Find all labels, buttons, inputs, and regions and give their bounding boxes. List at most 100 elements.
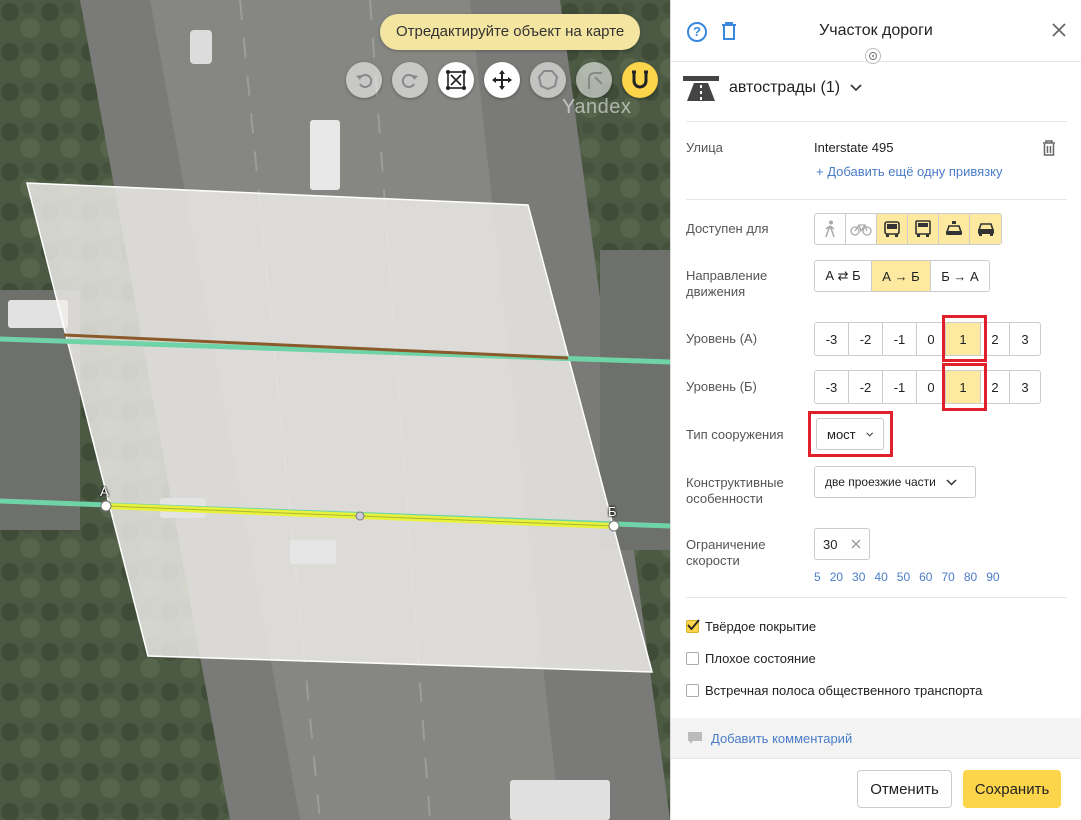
speed-preset[interactable]: 60 <box>919 570 932 584</box>
close-icon[interactable] <box>1051 22 1067 38</box>
highway-icon <box>683 76 719 101</box>
speed-preset[interactable]: 50 <box>897 570 910 584</box>
highlight-box <box>808 411 893 457</box>
highlight-box <box>942 363 987 411</box>
edit-hint-tooltip: Отредактируйте объект на карте <box>380 14 641 50</box>
access-car-toggle[interactable] <box>970 214 1001 244</box>
level-a-label: Уровень (А) <box>686 331 758 346</box>
redo-button[interactable] <box>392 62 428 98</box>
street-label: Улица <box>686 140 723 155</box>
bus-icon <box>884 221 900 237</box>
bad-condition-checkbox-row[interactable]: Плохое состояние <box>686 651 816 666</box>
access-pedestrian-toggle[interactable] <box>815 214 846 244</box>
direction-label-line2: движения <box>686 284 746 299</box>
highlight-box <box>942 315 987 362</box>
divider <box>686 597 1067 598</box>
undo-button[interactable] <box>346 62 382 98</box>
features-label: Конструктивные особенности <box>686 475 784 507</box>
speed-preset[interactable]: 30 <box>852 570 865 584</box>
snap-magnet-icon <box>632 70 648 89</box>
speed-label: Ограничение скорости <box>686 537 765 569</box>
level-a-option[interactable]: 3 <box>1009 322 1041 356</box>
access-bus-toggle[interactable] <box>877 214 908 244</box>
polygon-icon <box>537 70 559 91</box>
category-label: автострады (1) <box>729 79 841 96</box>
bicycle-icon <box>850 224 872 236</box>
speed-label-line1: Ограничение <box>686 537 766 552</box>
features-dropdown[interactable]: две проезжие части <box>814 466 976 498</box>
speed-input[interactable]: 30 <box>814 528 870 560</box>
divider <box>686 121 1067 122</box>
level-a-option[interactable]: -2 <box>848 322 883 356</box>
map-canvas[interactable]: А Б Yandex Отредактируйте объект на карт… <box>0 0 670 820</box>
bad-condition-label: Плохое состояние <box>705 651 816 666</box>
access-bicycle-toggle[interactable] <box>846 214 877 244</box>
direction-both-button[interactable]: А ⇄ Б <box>815 261 872 291</box>
point-b-label: Б <box>608 504 617 519</box>
map-watermark: Yandex <box>562 96 632 118</box>
level-b-option[interactable]: -3 <box>814 370 849 404</box>
level-a-option[interactable]: -1 <box>882 322 917 356</box>
paved-checkbox-row[interactable]: Твёрдое покрытие <box>686 619 816 634</box>
panel-header: ? Участок дороги <box>671 0 1081 64</box>
clear-icon[interactable] <box>851 539 861 549</box>
speed-preset[interactable]: 90 <box>986 570 999 584</box>
direction-a-to-b-button[interactable]: А → Б <box>872 261 931 291</box>
speed-preset[interactable]: 70 <box>941 570 954 584</box>
speed-preset[interactable]: 80 <box>964 570 977 584</box>
speed-preset[interactable]: 40 <box>874 570 887 584</box>
access-label: Доступен для <box>686 221 769 236</box>
snap-button[interactable] <box>622 62 658 98</box>
redo-icon <box>401 74 418 88</box>
speed-presets: 5 20 30 40 50 60 70 80 90 <box>814 570 1000 584</box>
level-b-option[interactable]: -2 <box>848 370 883 404</box>
direction-b-to-a-button[interactable]: Б → А <box>931 261 989 291</box>
paved-checkbox[interactable] <box>686 619 700 633</box>
access-taxi-toggle[interactable] <box>939 214 970 244</box>
delete-street-icon[interactable] <box>1042 140 1056 156</box>
category-selector[interactable]: автострады (1) <box>683 70 862 106</box>
pedestrian-icon <box>825 220 835 238</box>
access-truck-toggle[interactable] <box>908 214 939 244</box>
speed-value: 30 <box>823 536 838 552</box>
move-button[interactable] <box>484 62 520 98</box>
polygon-button[interactable] <box>530 62 566 98</box>
direction-label: Направление движения <box>686 268 767 300</box>
street-value[interactable]: Interstate 495 <box>814 140 894 155</box>
speed-label-line2: скорости <box>686 553 740 568</box>
level-a-selector: -3 -2 -1 0 1 2 3 <box>814 322 1041 356</box>
level-b-option[interactable]: -1 <box>882 370 917 404</box>
locate-object-icon[interactable] <box>865 48 881 64</box>
add-binding-link[interactable]: + Добавить ещё одну привязку <box>816 164 1002 179</box>
truck-icon <box>915 220 931 237</box>
cut-button[interactable] <box>576 62 612 98</box>
level-b-option[interactable]: 3 <box>1009 370 1041 404</box>
checkmark-icon <box>687 619 700 631</box>
features-value: две проезжие части <box>825 475 936 489</box>
cut-icon <box>588 72 603 89</box>
public-transport-lane-label: Встречная полоса общественного транспорт… <box>705 683 983 698</box>
taxi-icon <box>945 221 963 235</box>
car-icon <box>977 223 994 236</box>
chevron-down-icon <box>850 84 862 92</box>
point-a-label: А <box>100 484 109 499</box>
add-comment-link[interactable]: Добавить комментарий <box>711 731 852 746</box>
bad-condition-checkbox[interactable] <box>686 652 699 665</box>
level-a-option[interactable]: -3 <box>814 322 849 356</box>
public-transport-lane-checkbox-row[interactable]: Встречная полоса общественного транспорт… <box>686 683 982 698</box>
add-comment-bar[interactable]: Добавить комментарий <box>671 718 1081 758</box>
delete-vertex-icon <box>446 70 466 90</box>
speed-preset[interactable]: 20 <box>830 570 843 584</box>
paved-label: Твёрдое покрытие <box>705 619 817 634</box>
delete-vertex-button[interactable] <box>438 62 474 98</box>
divider <box>686 199 1067 200</box>
features-label-line2: особенности <box>686 491 763 506</box>
speed-preset[interactable]: 5 <box>814 570 821 584</box>
cancel-button[interactable]: Отменить <box>857 770 952 808</box>
comment-icon <box>688 732 702 744</box>
direction-label-line1: Направление <box>686 268 768 283</box>
move-icon <box>492 70 512 90</box>
save-button[interactable]: Сохранить <box>963 770 1061 808</box>
panel-footer: Отменить Сохранить <box>671 758 1081 820</box>
public-transport-lane-checkbox[interactable] <box>686 684 699 697</box>
